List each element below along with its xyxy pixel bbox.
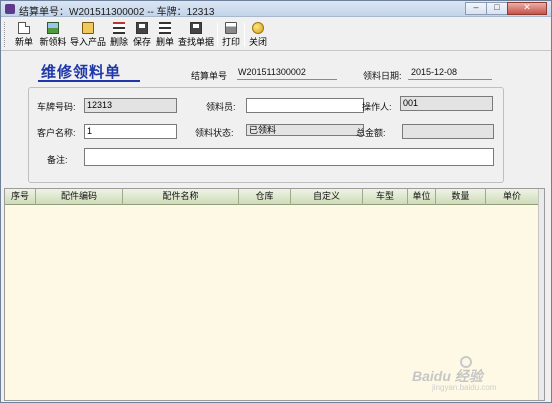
window-controls: – □ ✕ [465,2,547,15]
column-header-unit[interactable]: 单位 [408,189,436,205]
import-product-label: 导入产品 [69,37,106,47]
delete-bill-label: 删单 [155,37,174,47]
new-material-button[interactable]: 新领料 [38,21,68,49]
new-bill-label: 新单 [14,37,33,47]
import-icon [82,22,94,34]
settlement-no-label: 结算单号 [191,71,228,81]
date-label: 领料日期: [363,71,402,81]
customer-field[interactable]: 1 [84,124,177,139]
form-area: 维修领料单 结算单号 W201511300002 领料日期: 2015-12-0… [1,52,551,188]
plate-field[interactable]: 12313 [84,98,177,113]
operator-field[interactable]: 001 [400,96,493,111]
column-header-qty[interactable]: 数量 [436,189,486,205]
picker-label: 领料员: [206,102,236,112]
app-window: 结算单号：W201511300002 -- 车牌：12313 – □ ✕ 新单 … [0,0,552,403]
grid-scrollbar[interactable] [538,189,544,400]
app-icon [5,4,15,14]
find-bill-icon [190,22,202,34]
bill-title-underline [38,80,140,82]
status-label: 领料状态: [195,128,234,138]
status-field: 已领料 [246,124,364,136]
print-label: 打印 [221,37,240,47]
print-icon [225,22,237,34]
column-header-model[interactable]: 车型 [363,189,408,205]
grid-header: 序号 配件编码 配件名称 仓库 自定义 车型 单位 数量 单价 [5,189,544,205]
plate-label: 车牌号码: [37,102,76,112]
column-header-warehouse[interactable]: 仓库 [239,189,291,205]
date-underline [408,79,492,80]
print-button[interactable]: 打印 [220,21,242,49]
column-header-part-code[interactable]: 配件编码 [36,189,123,205]
settlement-no-value: W201511300002 [238,67,306,77]
save-label: 保存 [132,37,151,47]
delete-button[interactable]: 删除 [108,21,130,49]
info-group: 车牌号码: 12313 领料员: 操作人: 001 客户名称: 1 领料状态: … [28,87,504,183]
column-header-seq[interactable]: 序号 [5,189,36,205]
title-bar: 结算单号：W201511300002 -- 车牌：12313 – □ ✕ [1,1,551,18]
parts-grid[interactable]: 序号 配件编码 配件名称 仓库 自定义 车型 单位 数量 单价 Baidu 经验… [4,188,545,401]
delete-bill-button[interactable]: 删单 [154,21,176,49]
minimize-button[interactable]: – [465,2,487,15]
new-material-label: 新领料 [39,37,67,47]
close-button[interactable]: 关闭 [247,21,269,49]
new-material-icon [47,22,59,34]
customer-label: 客户名称: [37,128,76,138]
save-icon [136,22,148,34]
toolbar-separator [217,23,218,47]
minimize-icon: – [473,2,479,12]
remark-label: 备注: [47,155,68,165]
close-key-icon [252,22,264,34]
new-doc-icon [18,22,30,34]
maximize-button[interactable]: □ [486,2,508,15]
column-header-price[interactable]: 单价 [486,189,538,205]
column-header-part-name[interactable]: 配件名称 [123,189,239,205]
new-bill-button[interactable]: 新单 [11,21,37,49]
maximize-icon: □ [494,2,500,12]
settlement-no-underline [237,79,337,80]
watermark-subtext: jingyan.baidu.com [432,383,497,392]
toolbar-grip[interactable] [4,22,7,47]
column-header-custom[interactable]: 自定义 [291,189,363,205]
picker-field[interactable] [246,98,364,113]
find-bill-label: 查找单据 [177,37,214,47]
total-field [402,124,494,139]
save-button[interactable]: 保存 [131,21,153,49]
window-title: 结算单号：W201511300002 -- 车牌：12313 [19,7,215,18]
close-window-button[interactable]: ✕ [507,2,547,15]
toolbar-separator-2 [244,23,245,47]
remark-field[interactable] [84,148,494,166]
delete-icon [113,22,125,34]
total-label: 总金额: [356,128,386,138]
delete-label: 删除 [109,37,128,47]
watermark: Baidu 经验 jingyan.baidu.com [412,356,532,394]
import-product-button[interactable]: 导入产品 [69,21,107,49]
close-label: 关闭 [248,37,267,47]
bill-title: 维修领料单 [41,64,122,81]
close-icon: ✕ [523,2,531,12]
operator-label: 操作人: [362,102,392,112]
toolbar: 新单 新领料 导入产品 删除 保存 删单 查找单据 打印 关闭 [1,18,551,51]
delete-bill-icon [159,22,171,34]
date-value[interactable]: 2015-12-08 [411,67,457,77]
find-bill-button[interactable]: 查找单据 [177,21,215,49]
